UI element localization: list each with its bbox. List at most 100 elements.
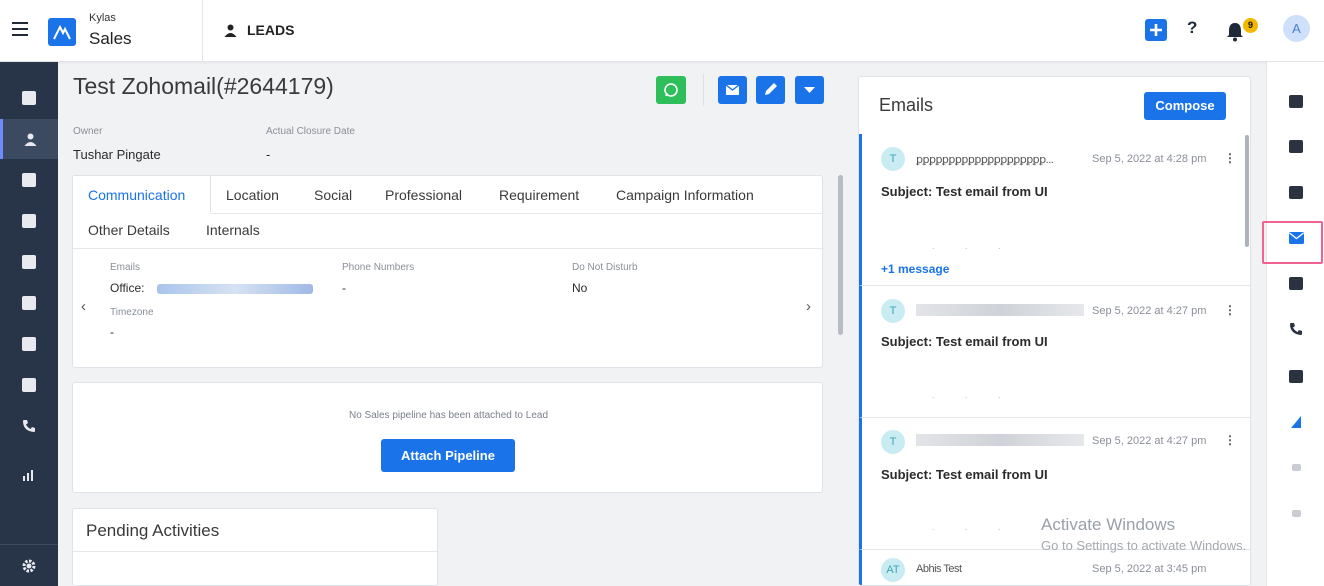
sender-avatar: T [881,430,905,454]
plus-icon [1150,24,1162,36]
email-rail-highlight [1262,221,1323,264]
pending-divider [73,551,439,552]
tab-requirement[interactable]: Requirement [499,187,579,203]
user-avatar[interactable]: A [1283,15,1310,42]
menu-icon[interactable] [12,22,28,36]
details-tabs-card: Communication Location Social Profession… [72,175,824,368]
nav-products[interactable] [0,283,58,323]
sender-avatar: T [881,147,905,171]
email-thread-item[interactable]: AT Abhis Test Sep 5, 2022 at 3:45 pm [859,550,1250,585]
gear-icon [22,559,36,572]
prev-arrow-icon[interactable]: ‹ [81,298,86,315]
rail-marketplace[interactable] [1267,405,1324,439]
compose-button[interactable]: Compose [1144,92,1226,120]
main-scrollbar[interactable] [838,175,843,335]
lead-icon [24,133,37,146]
tab-social[interactable]: Social [314,187,352,203]
nav-calendar[interactable] [0,365,58,405]
sender-redacted [916,434,1084,446]
email-subject: Subject: Test email from UI [881,467,1048,482]
nav-companies[interactable] [0,242,58,282]
tabs-divider-top [211,213,824,214]
rail-calls[interactable] [1267,312,1324,346]
phone-icon [23,420,35,432]
owner-value: Tushar Pingate [73,147,161,162]
nav-reports[interactable] [0,455,58,495]
rail-app-two[interactable] [1267,496,1324,530]
next-arrow-icon[interactable]: › [806,298,811,315]
email-preview-dots: . . . [932,241,1015,251]
company-icon [22,255,36,269]
kylas-logo[interactable] [48,18,76,46]
folder-icon [1289,369,1303,383]
pending-activities-card: Pending Activities [72,508,439,586]
pencil-icon [765,83,777,95]
email-preview-dots: . . . [932,390,1015,400]
more-actions-button[interactable] [795,76,824,104]
kebab-menu-icon[interactable]: ⋮ [1224,151,1236,165]
tabs-divider [73,248,824,249]
rail-tasks[interactable] [1267,129,1324,163]
emails-panel: Emails Compose T ꝑꝑꝑꝑꝑꝑꝑꝑꝑꝑꝑꝑꝑꝑꝑꝑꝑꝑꝑꝑ...… [858,76,1251,586]
closure-date-label: Actual Closure Date [266,126,355,137]
pipeline-card: No Sales pipeline has been attached to L… [72,382,823,493]
calendar-icon [1289,185,1303,199]
rail-sms[interactable] [1267,266,1324,300]
contact-icon [22,173,36,187]
deal-icon [22,214,36,228]
tab-internals[interactable]: Internals [206,222,260,238]
header-divider [202,0,203,62]
phone-icon [1290,323,1302,335]
phone-numbers-value: - [342,281,346,295]
kebab-menu-icon[interactable]: ⋮ [1224,433,1236,447]
owner-label: Owner [73,126,103,137]
rail-app-one[interactable] [1267,450,1324,484]
help-button[interactable]: ? [1187,18,1197,38]
nav-settings[interactable] [0,544,58,586]
product-name: Sales [89,29,132,48]
attach-pipeline-button[interactable]: Attach Pipeline [381,439,515,472]
rail-meetings[interactable] [1267,175,1324,209]
email-time: Sep 5, 2022 at 3:45 pm [1092,563,1207,575]
sender-avatar: T [881,299,905,323]
tab-professional[interactable]: Professional [385,187,462,203]
kebab-menu-icon[interactable]: ⋮ [1224,303,1236,317]
calendar-icon [22,378,36,392]
whatsapp-button[interactable] [656,76,686,104]
tab-campaign-information[interactable]: Campaign Information [616,187,754,203]
send-email-button[interactable] [718,76,747,104]
tab-other-details[interactable]: Other Details [88,222,170,238]
nav-dashboard[interactable] [0,78,58,118]
edit-button[interactable] [756,76,785,104]
tab-communication[interactable]: Communication [88,187,185,203]
more-messages-link[interactable]: +1 message [881,262,949,276]
chat-icon [1289,276,1303,290]
windows-watermark-title: Activate Windows [1041,515,1176,534]
app-icon [1291,416,1301,428]
notifications-button[interactable]: 9 [1226,18,1260,44]
emails-panel-title: Emails [879,95,934,115]
top-header: Kylas Sales LEADS ? 9 A [0,0,1324,62]
tab-location[interactable]: Location [226,187,279,203]
briefcase-icon [22,296,36,310]
nav-calls[interactable] [0,406,58,446]
sender-name: Abhis Test [916,563,962,575]
email-thread-item[interactable]: T ꝑꝑꝑꝑꝑꝑꝑꝑꝑꝑꝑꝑꝑꝑꝑꝑꝑꝑꝑꝑ... Sep 5, 2022 at… [859,134,1250,286]
pipeline-empty-message: No Sales pipeline has been attached to L… [348,410,549,421]
phone-numbers-label: Phone Numbers [342,262,415,273]
nav-tasks[interactable] [0,324,58,364]
timezone-label: Timezone [110,307,154,318]
right-rail [1266,62,1324,586]
sender-redacted [916,304,1084,316]
app-icon [1291,509,1301,517]
email-thread-item[interactable]: T Sep 5, 2022 at 4:27 pm ⋮ Subject: Test… [859,286,1250,418]
left-sidebar [0,62,58,586]
rail-notes[interactable] [1267,84,1324,118]
rail-documents[interactable] [1267,359,1324,393]
emails-scrollbar[interactable] [1245,135,1249,247]
quick-add-button[interactable] [1145,19,1167,41]
nav-contacts[interactable] [0,160,58,200]
lead-title: Test Zohomail(#2644179) [73,73,334,99]
nav-deals[interactable] [0,201,58,241]
nav-leads[interactable] [0,119,58,159]
